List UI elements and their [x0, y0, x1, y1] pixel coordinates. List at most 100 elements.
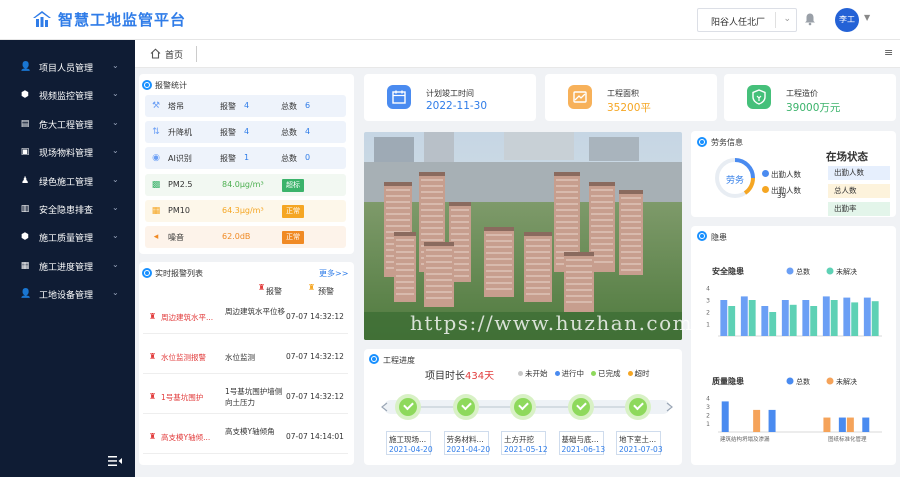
stage-box[interactable]: 土方开挖 2021-05-12 — [501, 431, 548, 455]
chevron-down-icon: ⌄ — [112, 89, 119, 99]
stage-box[interactable]: 基础与底... 2021-06-13 — [558, 431, 606, 455]
building-roof — [554, 172, 580, 176]
chevron-down-icon: ⌄ — [112, 288, 119, 298]
building-roof — [394, 232, 416, 236]
shield-money-icon — [747, 85, 771, 109]
user-icon: 👤 — [20, 289, 32, 300]
alarm-icon: ♜ — [149, 312, 157, 321]
alarm-list-item[interactable]: ♜ 1号基坑围护 1号基坑围护墙侧向土压力 07-07 14:32:12 — [143, 378, 348, 414]
tab-home-label: 首页 — [165, 51, 184, 61]
bar — [838, 417, 846, 432]
tower-crane-icon: ⚒ — [151, 101, 161, 111]
alarm-list-item[interactable]: ♜ 周边建筑水平... 周边建筑水平位移 07-07 14:32:12 — [143, 298, 348, 334]
alarm-count: 1 — [244, 153, 250, 162]
sidebar-item[interactable]: ⬢ 施工质量管理 ⌄ — [0, 224, 135, 252]
labor-legend-value: 39 — [777, 192, 786, 200]
project-select[interactable]: 阳谷人任北厂 ⌄ — [697, 8, 797, 32]
collapse-menu-icon[interactable] — [108, 456, 122, 466]
bar — [823, 417, 831, 432]
bar — [810, 306, 818, 336]
stat-value: 35200平 — [607, 102, 651, 114]
device-name: 塔吊 — [168, 102, 184, 111]
sidebar-item-label: 视频监控管理 — [39, 92, 94, 103]
env-name: PM2.5 — [168, 180, 193, 189]
labor-legend-label-1: 出勤人数 — [771, 170, 801, 179]
legend-label: 未解决 — [836, 377, 857, 386]
project-select-value: 阳谷人任北厂 — [711, 18, 766, 28]
alarm-list-item[interactable]: ♜ 高支模Y轴倾... 高支模Y轴倾角 07-07 14:14:01 — [143, 418, 348, 454]
home-icon — [150, 48, 161, 59]
more-link[interactable]: 更多>> — [319, 268, 348, 279]
sidebar-item-label: 现场物料管理 — [39, 149, 94, 160]
avatar[interactable]: 李工 — [835, 8, 859, 32]
bar — [830, 300, 838, 336]
alarm-count-label: 报警 — [220, 154, 236, 163]
sidebar-item[interactable]: ▤ 危大工程管理 ⌄ — [0, 111, 135, 139]
hazard-title: 隐患 — [711, 233, 727, 242]
device-alarm-row[interactable]: ◉ AI识别 报警 1 总数 0 — [145, 147, 346, 169]
sidebar-item[interactable]: ▣ 现场物料管理 ⌄ — [0, 139, 135, 167]
alarm-description: 1号基坑围护墙侧向土压力 — [225, 387, 283, 407]
bar — [846, 417, 854, 432]
stage-complete-icon[interactable] — [395, 394, 421, 420]
alarm-legend-icon: ♜ — [258, 283, 266, 292]
sidebar-item[interactable]: ▥ 安全隐患排查 ⌄ — [0, 196, 135, 224]
sidebar-item-label: 安全隐患排查 — [39, 206, 94, 216]
chevron-down-icon: ⌄ — [112, 146, 119, 156]
bar — [721, 401, 729, 432]
progress-legend: 未开始 进行中 已完成 超时 — [518, 368, 657, 379]
device-alarm-row[interactable]: ⇅ 升降机 报警 4 总数 4 — [145, 121, 346, 143]
stat-card: 工程面积 35200平 — [545, 74, 717, 121]
sidebar-item[interactable]: ⬢ 视频监控管理 ⌄ — [0, 82, 135, 110]
legend-dot — [627, 371, 633, 376]
sidebar-item[interactable]: 👤 工地设备管理 ⌄ — [0, 281, 135, 309]
building-roof — [424, 242, 454, 246]
ai-camera-icon: ◉ — [152, 153, 160, 163]
stage-name: 土方开挖 — [504, 435, 534, 444]
select-divider — [775, 12, 776, 28]
stage-box[interactable]: 施工现场... 2021-04-20 — [386, 431, 433, 455]
sidebar-item[interactable]: ♟ 绿色施工管理 ⌄ — [0, 168, 135, 196]
tab-bar — [135, 40, 900, 68]
user-menu-caret-icon[interactable]: ▼ — [864, 13, 870, 22]
stage-box[interactable]: 劳务材料... 2021-04-20 — [443, 431, 491, 455]
calendar-icon — [387, 85, 411, 109]
stage-name: 地下室土... — [619, 435, 657, 444]
project-duration: 项目时长434天 — [425, 367, 494, 382]
stage-date: 2021-06-13 — [561, 445, 606, 454]
sidebar-item[interactable]: 👤 项目人员管理 ⌄ — [0, 54, 135, 82]
stat-card: 工程造价 39000万元 — [724, 74, 896, 121]
tab-options-icon[interactable]: ≡ — [884, 46, 893, 59]
y-tick-label: 3 — [706, 404, 710, 411]
progress-title: 工程进度 — [383, 356, 415, 365]
sidebar-item[interactable]: ▦ 施工进度管理 ⌄ — [0, 253, 135, 281]
stage-box[interactable]: 地下室土... 2021-07-03 — [616, 431, 663, 455]
user-icon: 👤 — [20, 62, 32, 72]
device-alarm-row[interactable]: ⚒ 塔吊 报警 4 总数 6 — [145, 95, 346, 117]
total-count: 0 — [305, 153, 311, 162]
stage-date: 2021-05-12 — [504, 445, 548, 454]
safety-hazard-chart: 安全隐患 总数 未解决 4 3 2 1 — [706, 266, 882, 337]
alarm-count: 4 — [244, 127, 250, 136]
building-roof — [589, 182, 615, 186]
stage-date: 2021-04-20 — [389, 445, 433, 454]
alarm-list-item[interactable]: ♜ 水位监测报警 水位监测 07-07 14:32:12 — [143, 338, 348, 374]
device-name: AI识别 — [168, 154, 192, 163]
stage-complete-icon[interactable] — [625, 394, 651, 420]
bell-icon[interactable] — [803, 12, 817, 26]
env-monitor-row[interactable]: ▦ PM10 64.3μg/m³ 正常 — [145, 200, 346, 222]
stage-complete-icon[interactable] — [510, 394, 536, 420]
total-count-label: 总数 — [281, 154, 297, 163]
building-roof — [384, 182, 412, 186]
stage-date: 2021-04-20 — [446, 445, 491, 454]
env-monitor-row[interactable]: ▩ PM2.5 84.0μg/m³ 超标 — [145, 174, 346, 196]
chevron-down-icon: ⌄ — [112, 117, 119, 127]
sidebar-item-label: 工地设备管理 — [39, 291, 94, 302]
stage-complete-icon[interactable] — [567, 394, 594, 420]
noise-icon: ◂ — [153, 232, 159, 242]
legend-label: 超时 — [634, 369, 650, 378]
building-shape — [564, 252, 594, 312]
env-monitor-row[interactable]: ◂ 噪音 62.0dB 正常 — [145, 226, 346, 248]
stage-complete-icon[interactable] — [452, 394, 479, 420]
box-icon: ▣ — [20, 147, 30, 158]
